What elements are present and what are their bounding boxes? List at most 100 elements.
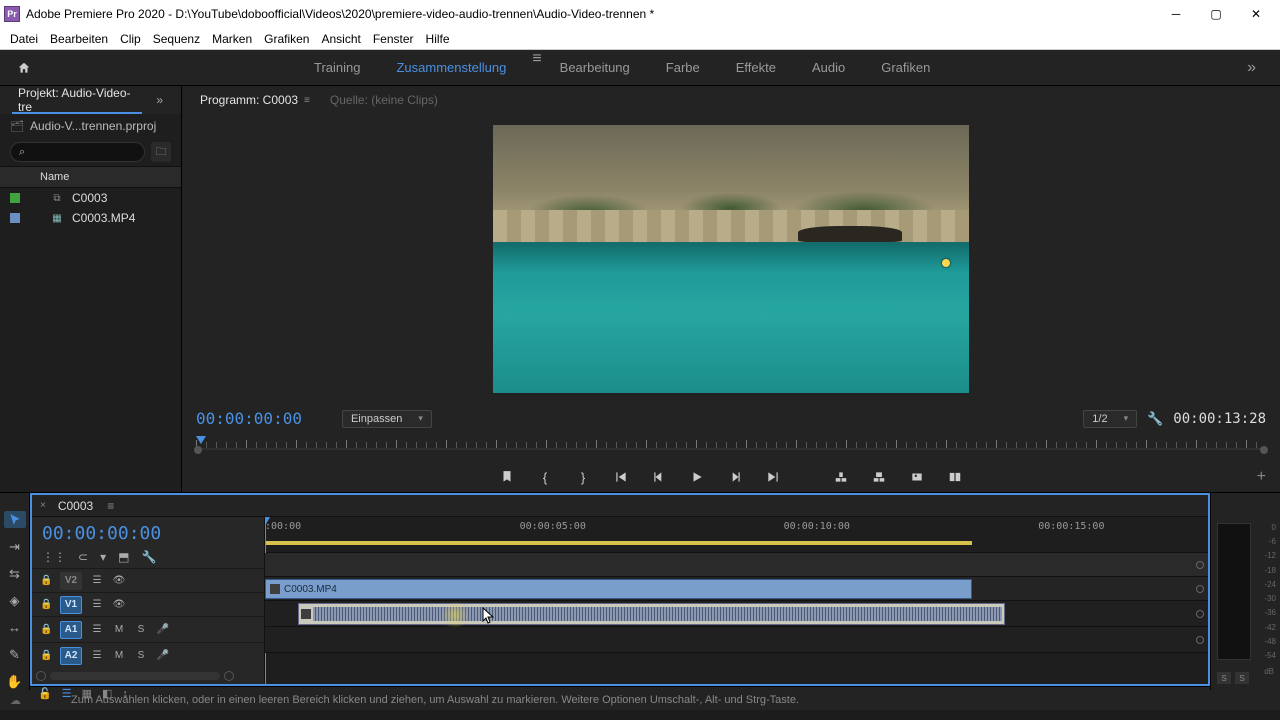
play-button[interactable] bbox=[688, 468, 706, 486]
track-a2[interactable] bbox=[265, 627, 1208, 653]
marker-toggle[interactable]: ▾ bbox=[100, 550, 106, 564]
timeline-ruler[interactable]: :00:00 00:00:05:00 00:00:10:00 00:00:15:… bbox=[265, 517, 1208, 553]
timeline-tracks-area[interactable]: :00:00 00:00:05:00 00:00:10:00 00:00:15:… bbox=[265, 517, 1208, 684]
track-target-a1[interactable]: A1 bbox=[60, 621, 82, 639]
program-monitor[interactable] bbox=[493, 125, 969, 393]
lock-icon[interactable]: 🔒 bbox=[40, 599, 52, 610]
goto-out-button[interactable] bbox=[764, 468, 782, 486]
slip-tool[interactable]: ↔ bbox=[4, 619, 26, 636]
menu-clip[interactable]: Clip bbox=[114, 32, 147, 46]
menu-bearbeiten[interactable]: Bearbeiten bbox=[44, 32, 114, 46]
audio-clip[interactable] bbox=[298, 603, 1005, 625]
razor-tool[interactable]: ◈ bbox=[4, 592, 26, 609]
export-frame-button[interactable] bbox=[908, 468, 926, 486]
step-forward-button[interactable] bbox=[726, 468, 744, 486]
track-v1[interactable]: C0003.MP4 bbox=[265, 577, 1208, 601]
mark-out-button[interactable]: } bbox=[574, 468, 592, 486]
hand-tool[interactable]: ✋ bbox=[4, 673, 26, 690]
tab-program[interactable]: Programm: C0003 ≡ bbox=[190, 86, 320, 114]
track-target-v2[interactable]: V2 bbox=[60, 572, 82, 590]
resolution-dropdown[interactable]: 1/2 ▾ bbox=[1083, 410, 1137, 428]
new-bin-button[interactable]: 🗀 bbox=[151, 142, 171, 162]
voiceover-icon[interactable]: 🎤 bbox=[156, 649, 170, 663]
selection-tool[interactable] bbox=[4, 511, 26, 528]
solo-button[interactable]: S bbox=[134, 649, 148, 663]
solo-right-button[interactable]: S bbox=[1235, 672, 1249, 684]
menu-datei[interactable]: Datei bbox=[4, 32, 44, 46]
add-marker-button[interactable] bbox=[498, 468, 516, 486]
program-ruler[interactable] bbox=[196, 436, 1266, 460]
track-output-icon[interactable]: 👁 bbox=[112, 574, 126, 588]
sync-lock-icon[interactable]: ☰ bbox=[90, 623, 104, 637]
track-target-a2[interactable]: A2 bbox=[60, 647, 82, 665]
sync-lock-icon[interactable]: ☰ bbox=[90, 649, 104, 663]
track-target-v1[interactable]: V1 bbox=[60, 596, 82, 614]
audio-meters[interactable]: 0-6-12 -18-24-30 -36-42-48 -54 dB S S bbox=[1210, 493, 1280, 690]
cloud-sync-icon[interactable]: ☁ bbox=[10, 694, 21, 707]
comparison-view-button[interactable] bbox=[946, 468, 964, 486]
timeline-timecode[interactable]: 00:00:00:00 bbox=[32, 517, 264, 550]
workspace-zusammenstellung[interactable]: Zusammenstellung bbox=[378, 50, 524, 86]
menu-ansicht[interactable]: Ansicht bbox=[315, 32, 366, 46]
solo-left-button[interactable]: S bbox=[1217, 672, 1231, 684]
track-v2[interactable] bbox=[265, 553, 1208, 577]
project-overflow-icon[interactable]: » bbox=[146, 86, 173, 114]
sync-lock-icon[interactable]: ☰ bbox=[90, 574, 104, 588]
workspace-effekte[interactable]: Effekte bbox=[718, 50, 794, 86]
button-editor-icon[interactable]: + bbox=[1257, 468, 1266, 486]
insert-toggle[interactable]: ⬒ bbox=[118, 550, 129, 564]
menu-fenster[interactable]: Fenster bbox=[367, 32, 420, 46]
snap-toggle[interactable]: ⋮⋮ bbox=[42, 550, 66, 564]
tab-source[interactable]: Quelle: (keine Clips) bbox=[320, 86, 448, 114]
sync-lock-icon[interactable]: ☰ bbox=[90, 598, 104, 612]
ripple-edit-tool[interactable]: ⇆ bbox=[4, 565, 26, 582]
project-item-clip[interactable]: ▦ C0003.MP4 bbox=[0, 208, 181, 228]
workspace-overflow-icon[interactable]: » bbox=[1235, 59, 1268, 77]
timeline-zoom-scroll[interactable] bbox=[32, 668, 264, 684]
workspace-bearbeitung[interactable]: Bearbeitung bbox=[542, 50, 648, 86]
minimize-button[interactable]: ─ bbox=[1156, 0, 1196, 28]
project-search-input[interactable]: ⌕ bbox=[10, 142, 145, 162]
menu-marken[interactable]: Marken bbox=[206, 32, 258, 46]
mute-button[interactable]: M bbox=[112, 649, 126, 663]
menu-grafiken[interactable]: Grafiken bbox=[258, 32, 315, 46]
write-toggle[interactable]: 🔓 bbox=[38, 687, 52, 700]
workspace-grafiken[interactable]: Grafiken bbox=[863, 50, 948, 86]
close-sequence-icon[interactable]: × bbox=[40, 500, 46, 511]
mark-in-button[interactable]: { bbox=[536, 468, 554, 486]
track-output-icon[interactable]: 👁 bbox=[112, 598, 126, 612]
video-clip[interactable]: C0003.MP4 bbox=[265, 579, 972, 599]
step-back-button[interactable] bbox=[650, 468, 668, 486]
menu-sequenz[interactable]: Sequenz bbox=[147, 32, 206, 46]
lock-icon[interactable]: 🔒 bbox=[40, 624, 52, 635]
track-row-v1[interactable]: 🔒 V1 ☰ 👁 bbox=[32, 592, 264, 616]
lock-icon[interactable]: 🔒 bbox=[40, 575, 52, 586]
track-row-a1[interactable]: 🔒 A1 ☰ M S 🎤 bbox=[32, 616, 264, 642]
panel-menu-icon[interactable]: ≡ bbox=[107, 499, 114, 513]
workspace-farbe[interactable]: Farbe bbox=[648, 50, 718, 86]
maximize-button[interactable]: ▢ bbox=[1196, 0, 1236, 28]
tab-project[interactable]: Projekt: Audio-Video-tre bbox=[8, 86, 146, 114]
track-a1[interactable] bbox=[265, 601, 1208, 627]
program-timecode-left[interactable]: 00:00:00:00 bbox=[196, 409, 302, 428]
project-column-name[interactable]: Name bbox=[0, 166, 181, 188]
lock-icon[interactable]: 🔒 bbox=[40, 650, 52, 661]
workspace-training[interactable]: Training bbox=[296, 50, 378, 86]
lift-button[interactable] bbox=[832, 468, 850, 486]
menu-hilfe[interactable]: Hilfe bbox=[420, 32, 456, 46]
track-select-tool[interactable]: ⇥ bbox=[4, 538, 26, 555]
linked-selection-toggle[interactable]: ⊂ bbox=[78, 550, 88, 564]
track-row-a2[interactable]: 🔒 A2 ☰ M S 🎤 bbox=[32, 642, 264, 668]
extract-button[interactable] bbox=[870, 468, 888, 486]
pen-tool[interactable]: ✎ bbox=[4, 646, 26, 663]
panel-menu-icon[interactable]: ≡ bbox=[304, 95, 310, 106]
mute-button[interactable]: M bbox=[112, 623, 126, 637]
settings-icon[interactable]: 🔧 bbox=[1147, 411, 1163, 427]
track-row-v2[interactable]: 🔒 V2 ☰ 👁 bbox=[32, 568, 264, 592]
zoom-fit-dropdown[interactable]: Einpassen ▾ bbox=[342, 410, 432, 428]
home-icon[interactable] bbox=[12, 56, 36, 80]
workspace-audio[interactable]: Audio bbox=[794, 50, 863, 86]
close-button[interactable]: ✕ bbox=[1236, 0, 1276, 28]
project-item-sequence[interactable]: ⧉ C0003 bbox=[0, 188, 181, 208]
goto-in-button[interactable] bbox=[612, 468, 630, 486]
